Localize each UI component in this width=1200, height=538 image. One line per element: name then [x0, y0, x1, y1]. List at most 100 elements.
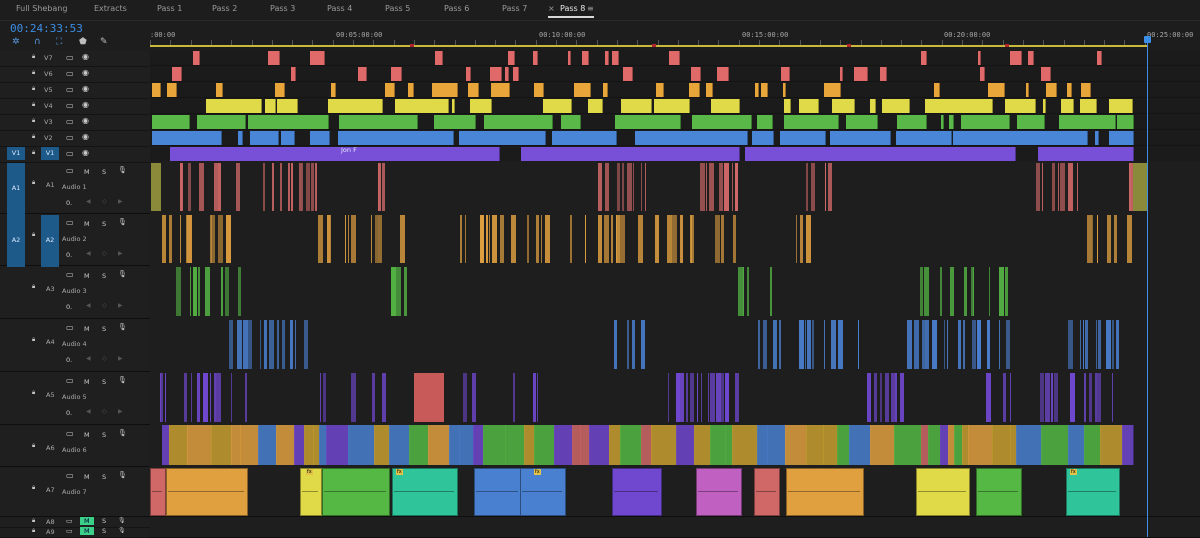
video-clip[interactable]: [846, 115, 864, 129]
audio-clip[interactable]: [920, 267, 923, 316]
audio-clip[interactable]: [374, 425, 390, 465]
video-clip[interactable]: [934, 83, 940, 97]
audio-clip[interactable]: [724, 163, 729, 211]
audio-clip[interactable]: [322, 468, 390, 516]
audio-clip[interactable]: [914, 320, 919, 369]
audio-clip[interactable]: [404, 267, 407, 316]
lock-icon[interactable]: 🔒︎: [32, 85, 35, 93]
audio-clip[interactable]: [176, 267, 181, 316]
lock-icon[interactable]: 🔒︎: [32, 442, 35, 450]
video-clip[interactable]: [809, 115, 828, 129]
audio-clip[interactable]: [806, 163, 808, 211]
video-clip[interactable]: [394, 147, 419, 161]
video-clip[interactable]: [273, 99, 276, 113]
video-clip[interactable]: [410, 131, 425, 145]
volume-level[interactable]: 0.: [66, 303, 72, 311]
video-clip[interactable]: [371, 131, 387, 145]
prev-keyframe-icon[interactable]: ◀: [86, 198, 91, 205]
audio-clip[interactable]: [459, 425, 474, 465]
sequence-marker[interactable]: [410, 44, 414, 47]
toggle-sync-icon[interactable]: ▭: [66, 53, 74, 62]
audio-clip[interactable]: [992, 425, 1011, 465]
audio-clip[interactable]: [1089, 373, 1092, 422]
audio-clip[interactable]: [735, 373, 739, 422]
audio-clip[interactable]: [733, 215, 736, 263]
video-clip[interactable]: [1035, 115, 1045, 129]
audio-clip[interactable]: [190, 267, 191, 316]
audio-clip[interactable]: [1054, 373, 1058, 422]
video-clip[interactable]: [1026, 99, 1036, 113]
video-clip[interactable]: [434, 115, 449, 129]
audio-clip[interactable]: [198, 267, 200, 316]
video-clip[interactable]: [1061, 147, 1078, 161]
video-clip[interactable]: [303, 147, 321, 161]
audio-clip[interactable]: [858, 320, 859, 369]
source-patch-v1[interactable]: V1: [7, 147, 25, 160]
audio-clip[interactable]: [392, 468, 458, 516]
video-clip[interactable]: [691, 67, 701, 81]
audio-clip[interactable]: [527, 215, 529, 263]
video-clip[interactable]: [1028, 51, 1034, 65]
audio-clip[interactable]: [277, 320, 279, 369]
audio-clip[interactable]: [180, 215, 181, 263]
video-clip[interactable]: [654, 99, 683, 113]
mute-button[interactable]: M: [84, 168, 90, 176]
video-clip[interactable]: [570, 147, 591, 161]
video-clip[interactable]: [799, 99, 819, 113]
video-clip[interactable]: [1043, 99, 1046, 113]
audio-clip[interactable]: [668, 373, 669, 422]
video-clip[interactable]: [561, 115, 581, 129]
audio-clip[interactable]: [796, 215, 797, 263]
video-clip[interactable]: [490, 67, 502, 81]
audio-clip[interactable]: [633, 163, 634, 211]
audio-clip[interactable]: [351, 215, 356, 263]
eye-icon[interactable]: ◉: [82, 148, 89, 157]
audio-clip[interactable]: [1051, 373, 1053, 422]
video-clip[interactable]: [233, 99, 262, 113]
video-clip[interactable]: [281, 147, 304, 161]
audio-clip[interactable]: [211, 425, 232, 465]
toggle-sync-icon[interactable]: ▭: [66, 376, 74, 385]
audio-clip[interactable]: [925, 320, 929, 369]
video-clip[interactable]: [218, 115, 242, 129]
add-keyframe-icon[interactable]: ◇: [102, 355, 107, 362]
video-clip[interactable]: [1066, 99, 1074, 113]
add-keyframe-icon[interactable]: ◇: [102, 198, 107, 205]
video-clip[interactable]: [711, 147, 738, 161]
video-clip[interactable]: [552, 131, 568, 145]
video-clip[interactable]: [525, 115, 548, 129]
video-clip[interactable]: [627, 147, 651, 161]
audio-clip[interactable]: [389, 425, 410, 465]
audio-clip[interactable]: [709, 163, 714, 211]
video-clip[interactable]: [796, 115, 810, 129]
audio-clip[interactable]: [721, 215, 724, 263]
audio-clip[interactable]: [295, 320, 296, 369]
next-keyframe-icon[interactable]: ▶: [118, 250, 123, 257]
audio-clip[interactable]: [1080, 320, 1081, 369]
audio-clip[interactable]: [758, 320, 760, 369]
video-clip[interactable]: [653, 115, 678, 129]
audio-clip[interactable]: [987, 320, 990, 369]
audio-clip[interactable]: [754, 468, 780, 516]
video-clip[interactable]: [425, 147, 440, 161]
source-patch-a2[interactable]: A2: [7, 215, 25, 267]
audio-clip[interactable]: [700, 163, 705, 211]
audio-clip[interactable]: [725, 373, 729, 422]
solo-button[interactable]: S: [102, 220, 106, 228]
audio-clip[interactable]: [732, 425, 758, 465]
video-clip[interactable]: [572, 131, 591, 145]
audio-clip[interactable]: [1010, 373, 1011, 422]
video-clip[interactable]: [706, 83, 713, 97]
video-clip[interactable]: [961, 115, 987, 129]
audio-clip[interactable]: [570, 215, 572, 263]
toggle-sync-icon[interactable]: ▭: [66, 69, 74, 78]
audio-clip[interactable]: [641, 320, 645, 369]
audio-clip[interactable]: [655, 215, 659, 263]
audio-clip[interactable]: [182, 163, 183, 211]
video-clip[interactable]: [724, 115, 752, 129]
video-clip[interactable]: [745, 147, 759, 161]
mute-button[interactable]: M: [84, 378, 90, 386]
video-clip[interactable]: [1046, 83, 1057, 97]
video-clip[interactable]: [358, 67, 367, 81]
video-clip[interactable]: [453, 147, 477, 161]
